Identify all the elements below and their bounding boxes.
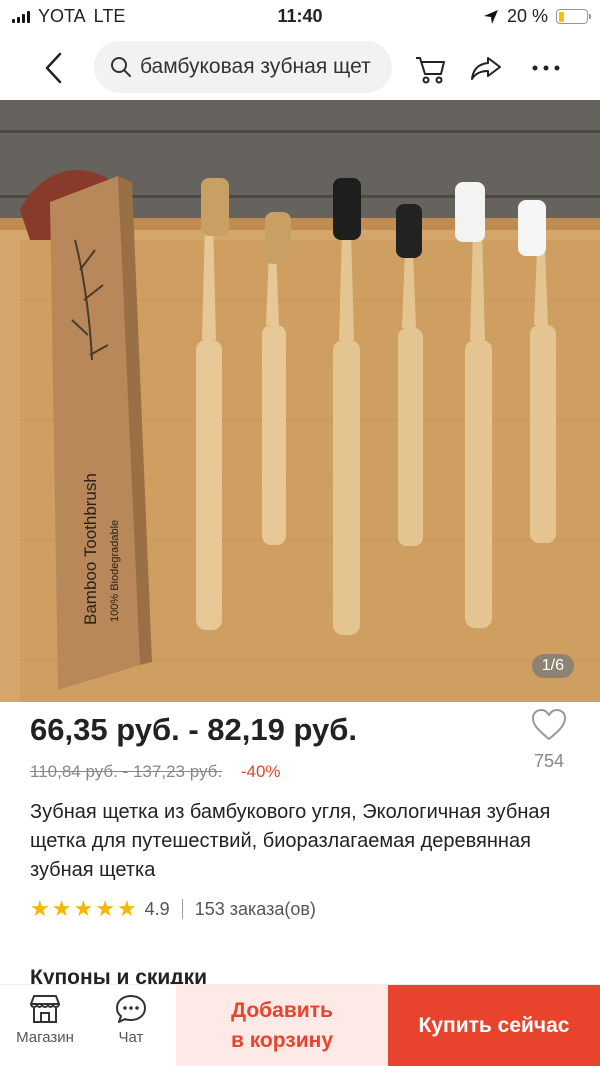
chat-icon	[116, 995, 146, 1023]
discount-badge: -40%	[240, 762, 281, 781]
wishlist-button[interactable]: 754	[524, 708, 574, 778]
search-bar[interactable]: бамбуковая зубная щет	[94, 41, 392, 93]
gallery-counter: 1/6	[531, 654, 574, 678]
top-nav: бамбуковая зубная щет	[0, 34, 600, 100]
star-icon: ★	[116, 896, 137, 921]
coupons-heading[interactable]: Купоны и скидки	[30, 966, 207, 986]
toothbrush	[396, 204, 423, 546]
star-icon: ★	[51, 896, 72, 921]
star-icon: ★	[95, 896, 115, 921]
back-icon[interactable]	[36, 50, 72, 86]
more-icon[interactable]	[526, 48, 566, 88]
store-icon	[30, 995, 60, 1023]
store-label: Магазин	[16, 1029, 74, 1046]
chat-button[interactable]: Чат	[86, 985, 176, 1066]
share-icon[interactable]	[466, 48, 506, 88]
rating-stars: ★ ★ ★ ★ ★	[30, 898, 137, 920]
search-query: бамбуковая зубная щет	[140, 55, 371, 78]
cart-icon[interactable]	[410, 48, 450, 88]
orders-count: 153 заказа(ов)	[194, 898, 316, 919]
add-to-cart-button[interactable]: Добавить в корзину	[176, 985, 388, 1066]
buy-now-label: Купить сейчас	[418, 1014, 570, 1037]
wishlist-count: 754	[533, 751, 565, 771]
location-icon	[483, 9, 498, 24]
divider	[181, 899, 183, 919]
bottom-action-bar: Магазин Чат Добавить в корзину Купить се…	[0, 984, 600, 1066]
battery-percent: 20 %	[506, 6, 548, 26]
buy-now-button[interactable]: Купить сейчас	[388, 985, 600, 1066]
search-icon	[111, 57, 131, 77]
chat-label: Чат	[118, 1029, 144, 1046]
battery-icon	[556, 9, 591, 24]
star-icon: ★	[73, 896, 94, 921]
product-title: Зубная щетка из бамбукового угля, Эколог…	[30, 801, 551, 881]
package-label: Bamboo Toothbrush	[81, 473, 100, 625]
rating-row[interactable]: ★ ★ ★ ★ ★ 4.9 153 заказа(ов)	[30, 898, 316, 920]
old-price-row: 110,84 руб. - 137,23 руб. -40%	[30, 762, 281, 782]
old-price: 110,84 руб. - 137,23 руб.	[30, 762, 223, 781]
add-to-cart-label: Добавить в корзину	[230, 999, 334, 1052]
product-photo: Bamboo Toothbrush 100% Biodegradable	[0, 100, 600, 702]
product-gallery[interactable]: Bamboo Toothbrush 100% Biodegradable	[0, 100, 600, 702]
heart-icon	[531, 708, 567, 741]
price-range: 66,35 руб. - 82,19 руб.	[30, 712, 357, 747]
star-icon: ★	[30, 896, 50, 921]
store-button[interactable]: Магазин	[0, 985, 90, 1066]
rating-value: 4.9	[144, 898, 170, 919]
status-bar: YOTA LTE 11:40 20 %	[0, 0, 600, 34]
package-sublabel: 100% Biodegradable	[109, 520, 121, 622]
